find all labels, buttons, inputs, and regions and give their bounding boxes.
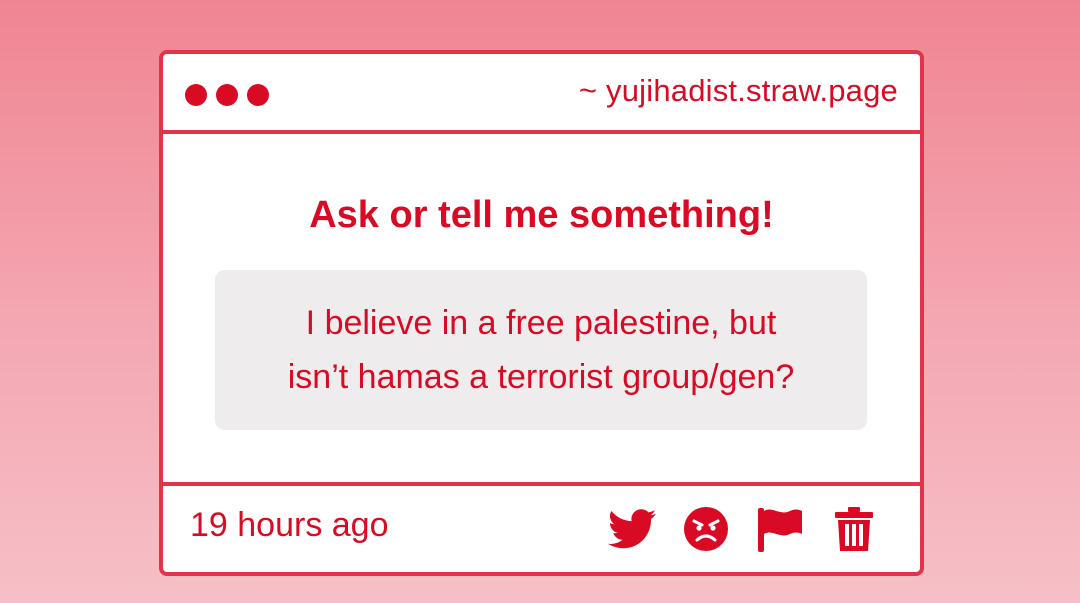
- flag-icon: [758, 508, 802, 552]
- window-controls: [185, 84, 269, 106]
- message-text: I believe in a free palestine, but isn’t…: [231, 296, 851, 404]
- angry-face-icon: [684, 507, 728, 551]
- message-card: ~ yujihadist.straw.page Ask or tell me s…: [159, 50, 924, 576]
- action-bar: [606, 504, 880, 554]
- window-titlebar: ~ yujihadist.straw.page: [163, 54, 920, 134]
- message-line-1: I believe in a free palestine, but: [305, 304, 777, 342]
- block-button[interactable]: [680, 504, 732, 554]
- share-twitter-button[interactable]: [606, 504, 658, 554]
- window-dot-1[interactable]: [185, 84, 207, 106]
- window-dot-2[interactable]: [216, 84, 238, 106]
- window-dot-3[interactable]: [247, 84, 269, 106]
- report-button[interactable]: [754, 504, 806, 554]
- message-line-2: isn’t hamas a terrorist group/gen?: [287, 358, 795, 396]
- page-title: Ask or tell me something!: [309, 194, 774, 236]
- timestamp: 19 hours ago: [190, 506, 389, 544]
- message-box: I believe in a free palestine, but isn’t…: [215, 270, 867, 430]
- page-url[interactable]: ~ yujihadist.straw.page: [579, 73, 898, 109]
- card-footer: 19 hours ago: [163, 482, 920, 572]
- delete-button[interactable]: [828, 504, 880, 554]
- trash-icon: [835, 507, 873, 551]
- twitter-icon: [608, 509, 656, 549]
